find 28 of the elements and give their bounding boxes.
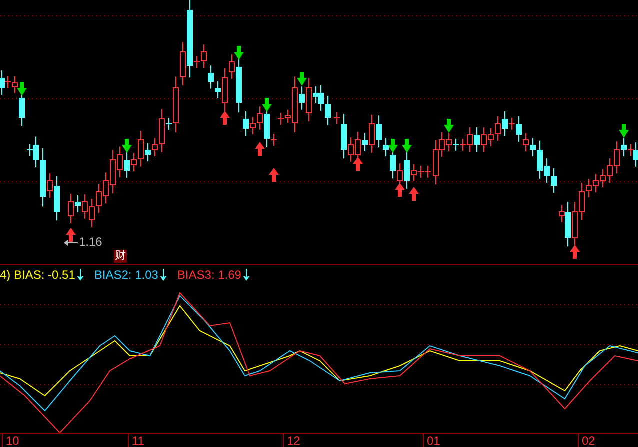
- down-arrow-icon: [402, 139, 412, 153]
- axis-label: 11: [128, 434, 144, 447]
- down-arrow-icon: [619, 124, 629, 138]
- indicator-value: BIAS3: 1.69: [177, 268, 242, 282]
- down-arrow-icon: [234, 46, 244, 60]
- axis-label: 02: [578, 434, 596, 447]
- up-arrow-icon: [255, 142, 265, 156]
- down-arrow-icon: [262, 98, 272, 112]
- up-arrow-icon: [220, 111, 230, 125]
- down-arrow-icon: [297, 72, 307, 86]
- finance-badge[interactable]: 财: [114, 250, 127, 263]
- down-arrow-icon: [388, 139, 398, 153]
- price-label: 1.16: [79, 235, 102, 249]
- left-arrow-icon: [64, 240, 78, 246]
- up-arrow-icon: [570, 245, 580, 259]
- indicator-value: BIAS2: 1.03: [94, 268, 158, 282]
- down-arrow-icon: [17, 82, 27, 96]
- up-arrow-icon: [269, 168, 279, 182]
- indicator-value: 4) BIAS: -0.51: [0, 268, 76, 282]
- up-arrow-icon: [66, 228, 76, 242]
- up-arrow-icon: [395, 183, 405, 197]
- down-arrow-icon: [444, 119, 454, 133]
- axis-label: 10: [2, 434, 20, 447]
- axis-label: 01: [423, 434, 440, 447]
- axis-label: 12: [283, 434, 300, 447]
- up-arrow-icon: [409, 187, 419, 201]
- down-arrow-icon: [122, 139, 132, 153]
- up-arrow-icon: [353, 157, 363, 171]
